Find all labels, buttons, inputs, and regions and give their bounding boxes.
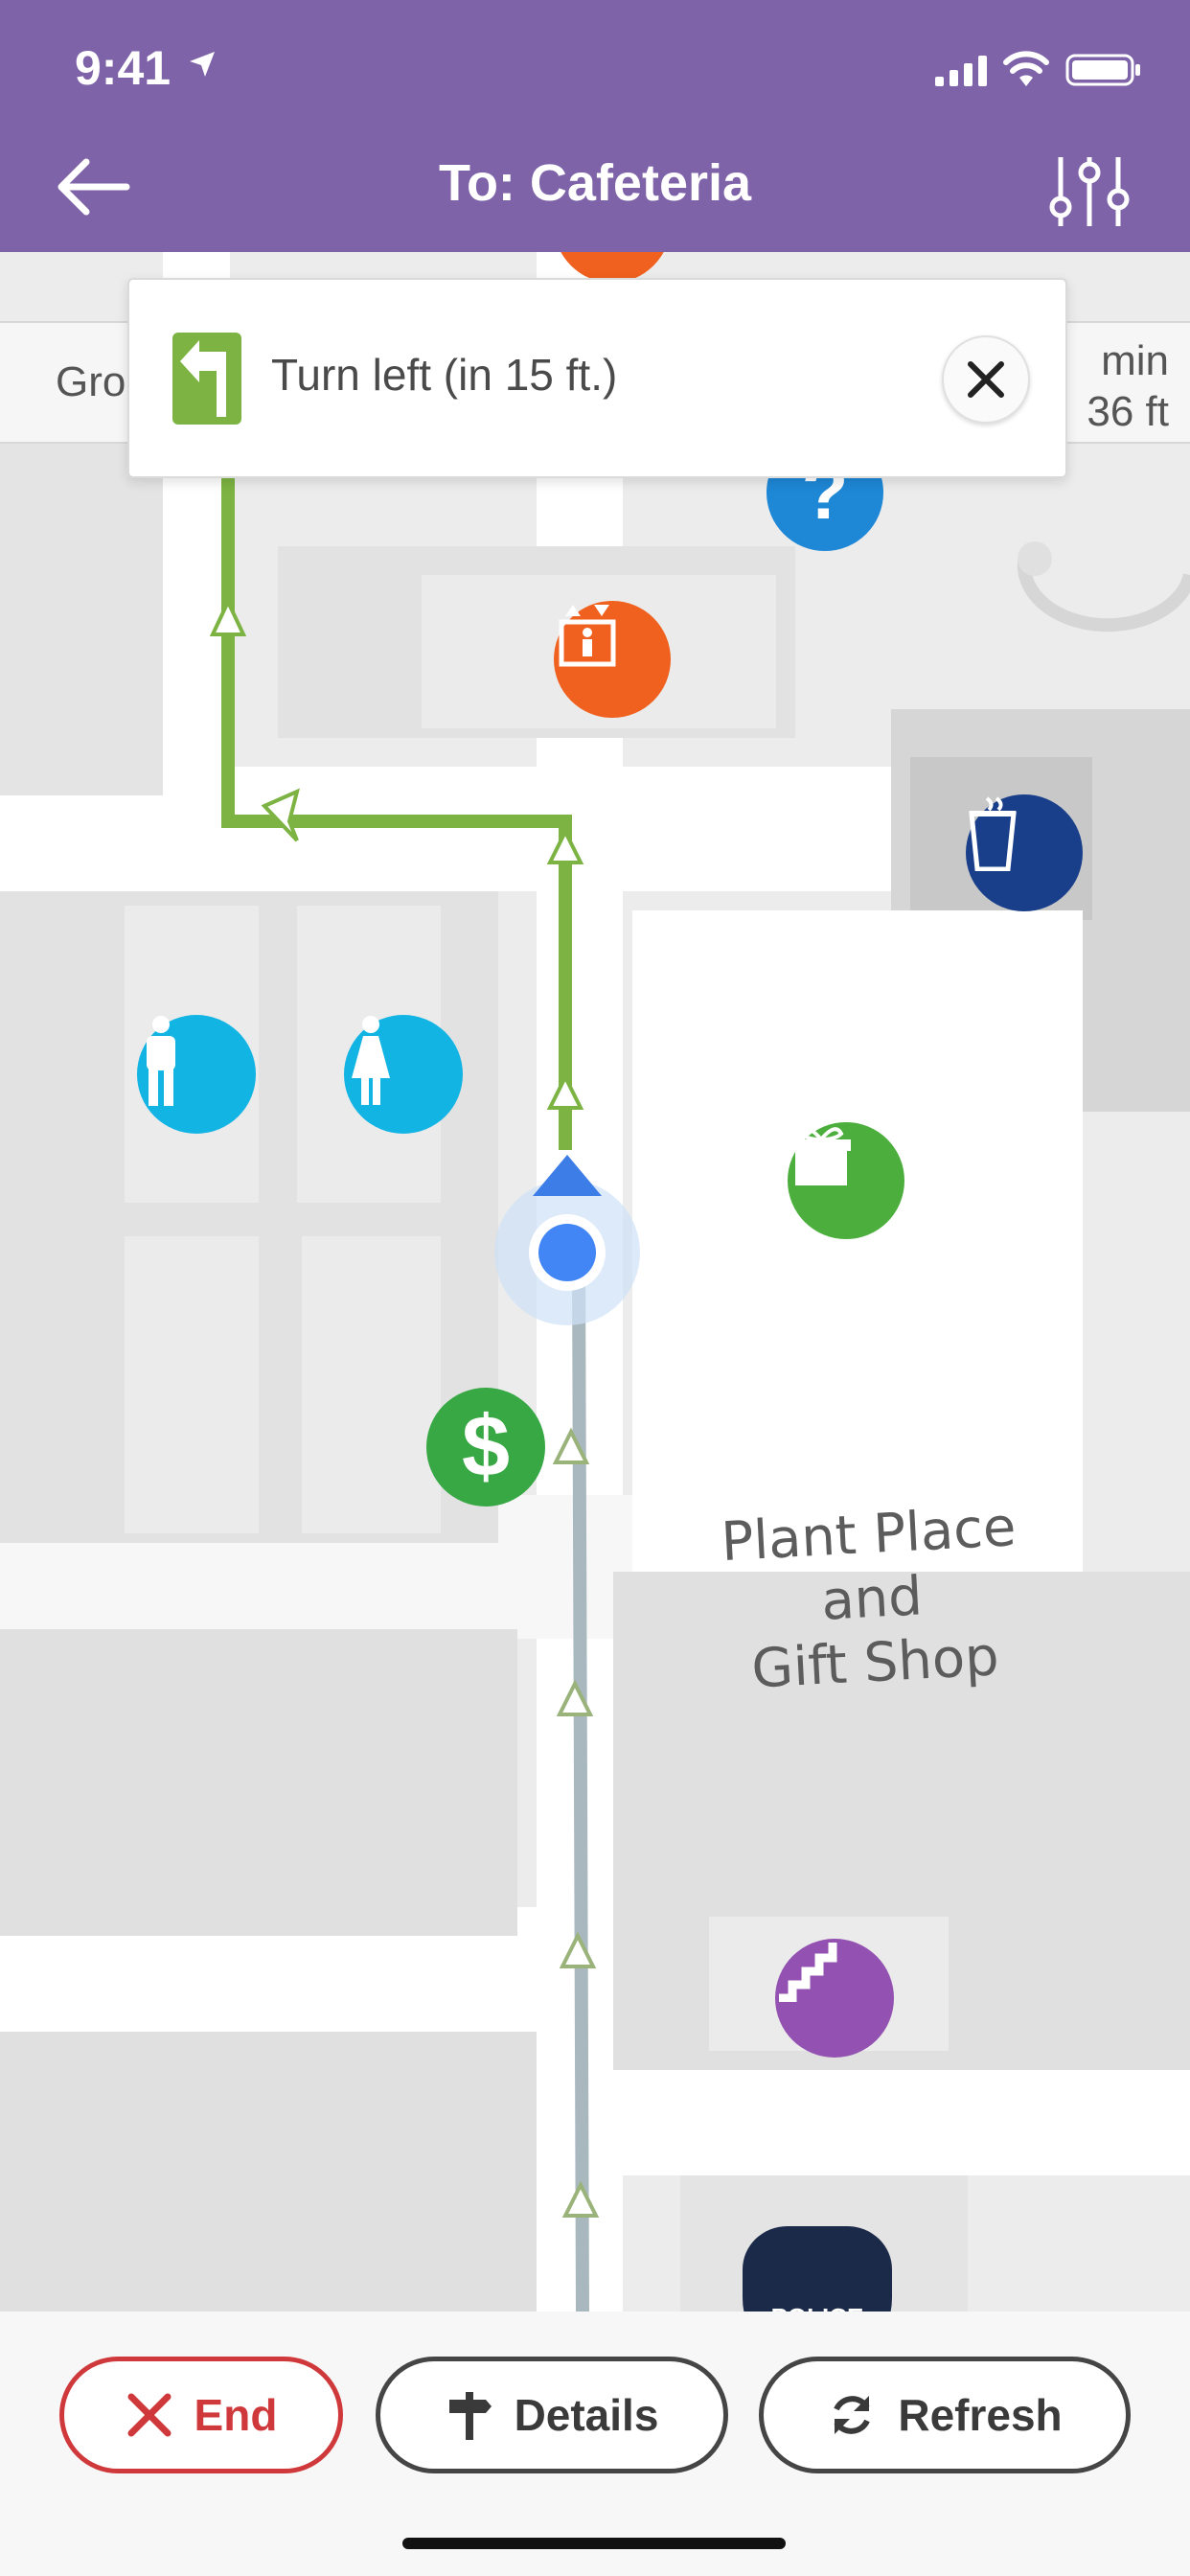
- store-label: Plant Place and Gift Shop: [666, 1492, 1078, 1706]
- end-button[interactable]: End: [59, 2357, 343, 2473]
- indoor-map[interactable]: ? Plant Place and Gift Shop $ POLICE: [0, 252, 1190, 2312]
- atm-icon[interactable]: $: [426, 1388, 545, 1506]
- map-floorplan: [0, 252, 1190, 2312]
- elevator-icon[interactable]: [554, 601, 671, 718]
- refresh-label: Refresh: [898, 2390, 1063, 2440]
- police-badge-icon[interactable]: POLICE: [743, 2226, 892, 2312]
- end-label: End: [194, 2390, 278, 2440]
- mens-restroom-icon[interactable]: [137, 1015, 256, 1134]
- bottom-action-bar: End Details Refresh: [0, 2312, 1190, 2576]
- signpost-icon: [448, 2392, 492, 2440]
- close-icon[interactable]: [942, 335, 1030, 424]
- cafe-drink-icon[interactable]: [966, 794, 1083, 911]
- womens-restroom-icon[interactable]: [344, 1015, 463, 1134]
- battery-icon: [1065, 54, 1140, 86]
- page-title: To: Cafeteria: [438, 154, 752, 212]
- details-label: Details: [514, 2390, 659, 2440]
- turn-instruction-card: Turn left (in 15 ft.): [127, 278, 1067, 478]
- route-options-icon[interactable]: [1046, 153, 1133, 230]
- signal-icon: [935, 56, 987, 86]
- refresh-icon: [834, 2396, 871, 2434]
- turn-left-icon: [172, 333, 241, 425]
- location-arrow-icon: [190, 52, 215, 77]
- route-eta: min 36 ft: [1087, 336, 1169, 438]
- wifi-icon: [1003, 51, 1049, 86]
- floor-label: Gro: [56, 358, 126, 405]
- details-button[interactable]: Details: [376, 2357, 728, 2473]
- eta-distance: 36 ft: [1087, 387, 1169, 435]
- top-bar: 9:41 To: Cafeteria: [0, 0, 1190, 252]
- close-x-icon: [127, 2393, 172, 2437]
- status-time: 9:41: [75, 41, 172, 95]
- instruction-text: Turn left (in 15 ft.): [271, 350, 618, 400]
- eta-time: min: [1101, 337, 1169, 384]
- refresh-button[interactable]: Refresh: [759, 2357, 1131, 2473]
- home-indicator: [402, 2538, 786, 2549]
- stairs-icon[interactable]: [775, 1939, 894, 2058]
- gift-shop-icon[interactable]: [788, 1122, 904, 1239]
